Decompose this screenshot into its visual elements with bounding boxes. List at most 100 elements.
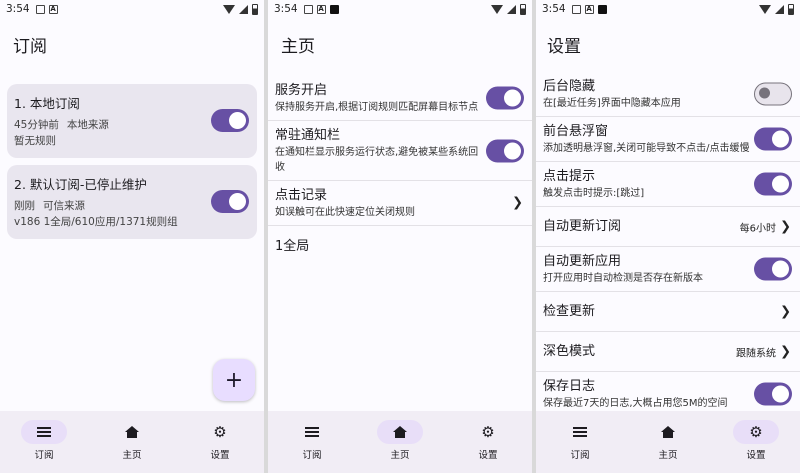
status-time: 3:54 bbox=[274, 3, 298, 15]
wifi-icon bbox=[759, 4, 771, 14]
row-title: 深色模式 bbox=[543, 344, 596, 359]
global-rules-row[interactable]: 1全局 bbox=[268, 226, 532, 266]
row-title: 前台悬浮窗 bbox=[543, 124, 609, 139]
chevron-right-icon: ❯ bbox=[512, 195, 523, 211]
add-subscription-button[interactable]: + bbox=[213, 359, 255, 401]
subscription-source: 本地来源 bbox=[66, 119, 109, 131]
nav-subscription[interactable]: 订阅 bbox=[536, 411, 624, 473]
status-bar: 3:54 A bbox=[536, 0, 800, 18]
row-title: 保存日志 bbox=[543, 379, 596, 394]
row-title: 服务开启 bbox=[275, 83, 328, 98]
list-icon bbox=[305, 427, 319, 437]
check-update-row[interactable]: 检查更新 ❯ bbox=[536, 292, 800, 332]
auto-update-sub-row[interactable]: 自动更新订阅 每6小时 ❯ bbox=[536, 207, 800, 247]
floating-window-toggle[interactable] bbox=[754, 127, 792, 151]
hide-background-row[interactable]: 后台隐藏 在[最近任务]界面中隐藏本应用 bbox=[536, 72, 800, 117]
subscription-toggle[interactable] bbox=[211, 190, 249, 213]
notify-toggle[interactable] bbox=[486, 139, 524, 162]
chevron-right-icon: ❯ bbox=[780, 344, 791, 359]
subscription-time: 刚刚 bbox=[14, 200, 35, 212]
hide-background-toggle[interactable] bbox=[754, 82, 792, 106]
gear-icon: ⚙ bbox=[481, 422, 495, 441]
page-title: 订阅 bbox=[13, 37, 47, 57]
row-desc: 在通知栏显示服务运行状态,避免被某些系统回收 bbox=[275, 147, 479, 173]
row-desc: 保持服务开启,根据订阅规则匹配屏幕目标节点 bbox=[275, 102, 479, 113]
nav-settings[interactable]: ⚙ 设置 bbox=[444, 411, 532, 473]
status-bar: 3:54 A bbox=[268, 0, 532, 18]
subscription-card-default[interactable]: 2. 默认订阅-已停止维护 刚刚 可信来源 v186 1全局/610应用/1371… bbox=[7, 165, 257, 239]
nav-settings[interactable]: ⚙ 设置 bbox=[176, 411, 264, 473]
recording-icon bbox=[597, 4, 607, 14]
row-title: 1全局 bbox=[275, 238, 310, 254]
row-desc: 触发点击时提示:[跳过] bbox=[543, 188, 645, 199]
subscription-title: 2. 默认订阅-已停止维护 bbox=[14, 177, 147, 192]
nav-settings[interactable]: ⚙ 设置 bbox=[712, 411, 800, 473]
row-title: 点击提示 bbox=[543, 169, 596, 184]
row-desc: 添加透明悬浮窗,关闭可能导致不点击/点击缓慢 bbox=[543, 143, 750, 154]
row-title: 自动更新应用 bbox=[543, 254, 622, 269]
page-title: 设置 bbox=[547, 37, 581, 57]
row-title: 常驻通知栏 bbox=[275, 128, 341, 143]
nav-home[interactable]: 主页 bbox=[356, 411, 444, 473]
subscription-card-local[interactable]: 1. 本地订阅 45分钟前 本地来源 暂无规则 bbox=[7, 84, 257, 158]
click-toast-toggle[interactable] bbox=[754, 172, 792, 196]
a-badge-icon: A bbox=[316, 4, 326, 14]
a-badge-icon: A bbox=[48, 4, 58, 14]
page-title: 主页 bbox=[281, 37, 315, 57]
status-time: 3:54 bbox=[542, 3, 566, 15]
save-log-toggle[interactable] bbox=[754, 382, 792, 406]
row-desc: 保存最近7天的日志,大概占用您5M的空间 bbox=[543, 398, 728, 409]
row-title: 点击记录 bbox=[275, 188, 328, 203]
status-bar: 3:54 A bbox=[0, 0, 264, 18]
subscription-title: 1. 本地订阅 bbox=[14, 96, 80, 111]
home-icon bbox=[125, 426, 139, 438]
signal-icon bbox=[775, 4, 784, 14]
notify-row[interactable]: 常驻通知栏 在通知栏显示服务运行状态,避免被某些系统回收 bbox=[268, 121, 532, 181]
dark-mode-value: 跟随系统 bbox=[736, 348, 776, 359]
signal-icon bbox=[239, 4, 248, 14]
subscription-info: v186 1全局/610应用/1371规则组 bbox=[14, 216, 178, 228]
row-desc: 如误触可在此快速定位关闭规则 bbox=[275, 207, 415, 218]
bottom-nav: 订阅 主页 ⚙ 设置 bbox=[268, 411, 532, 473]
auto-update-app-toggle[interactable] bbox=[754, 257, 792, 281]
nav-subscription[interactable]: 订阅 bbox=[0, 411, 88, 473]
battery-icon bbox=[520, 3, 526, 15]
battery-icon bbox=[252, 3, 258, 15]
row-title: 自动更新订阅 bbox=[543, 219, 622, 234]
notification-icon bbox=[571, 4, 581, 14]
auto-update-sub-value: 每6小时 bbox=[739, 223, 776, 234]
subscription-toggle[interactable] bbox=[211, 109, 249, 132]
floating-window-row[interactable]: 前台悬浮窗 添加透明悬浮窗,关闭可能导致不点击/点击缓慢 bbox=[536, 117, 800, 162]
wifi-icon bbox=[223, 4, 235, 14]
row-title: 检查更新 bbox=[543, 304, 596, 319]
subscription-info: 暂无规则 bbox=[14, 135, 56, 147]
save-log-row[interactable]: 保存日志 保存最近7天的日志,大概占用您5M的空间 bbox=[536, 372, 800, 416]
home-icon bbox=[393, 426, 407, 438]
row-desc: 打开应用时自动检测是否存在新版本 bbox=[543, 273, 703, 284]
auto-update-app-row[interactable]: 自动更新应用 打开应用时自动检测是否存在新版本 bbox=[536, 247, 800, 292]
recording-icon bbox=[329, 4, 339, 14]
service-toggle[interactable] bbox=[486, 86, 524, 110]
subscription-screen: 3:54 A 订阅 1. 本地订阅 45分钟前 本地来源 暂无规则 2. 默认订阅… bbox=[0, 0, 264, 473]
bottom-nav: 订阅 主页 ⚙ 设置 bbox=[536, 411, 800, 473]
dark-mode-row[interactable]: 深色模式 跟随系统 ❯ bbox=[536, 332, 800, 372]
list-icon bbox=[573, 427, 587, 437]
list-icon bbox=[37, 427, 51, 437]
chevron-right-icon: ❯ bbox=[780, 219, 791, 234]
status-time: 3:54 bbox=[6, 3, 30, 15]
click-log-row[interactable]: 点击记录 如误触可在此快速定位关闭规则 ❯ bbox=[268, 181, 532, 226]
row-title: 后台隐藏 bbox=[543, 79, 596, 94]
battery-icon bbox=[788, 3, 794, 15]
notification-icon bbox=[35, 4, 45, 14]
settings-screen: 3:54 A 设置 后台隐藏 在[最近任务]界面中隐藏本应用 前台悬浮窗 添加透… bbox=[536, 0, 800, 473]
home-icon bbox=[661, 426, 675, 438]
chevron-right-icon: ❯ bbox=[780, 304, 791, 319]
nav-subscription[interactable]: 订阅 bbox=[268, 411, 356, 473]
signal-icon bbox=[507, 4, 516, 14]
service-row[interactable]: 服务开启 保持服务开启,根据订阅规则匹配屏幕目标节点 bbox=[268, 76, 532, 121]
nav-home[interactable]: 主页 bbox=[88, 411, 176, 473]
subscription-time: 45分钟前 bbox=[14, 119, 59, 131]
a-badge-icon: A bbox=[584, 4, 594, 14]
click-toast-row[interactable]: 点击提示 触发点击时提示:[跳过] bbox=[536, 162, 800, 207]
nav-home[interactable]: 主页 bbox=[624, 411, 712, 473]
